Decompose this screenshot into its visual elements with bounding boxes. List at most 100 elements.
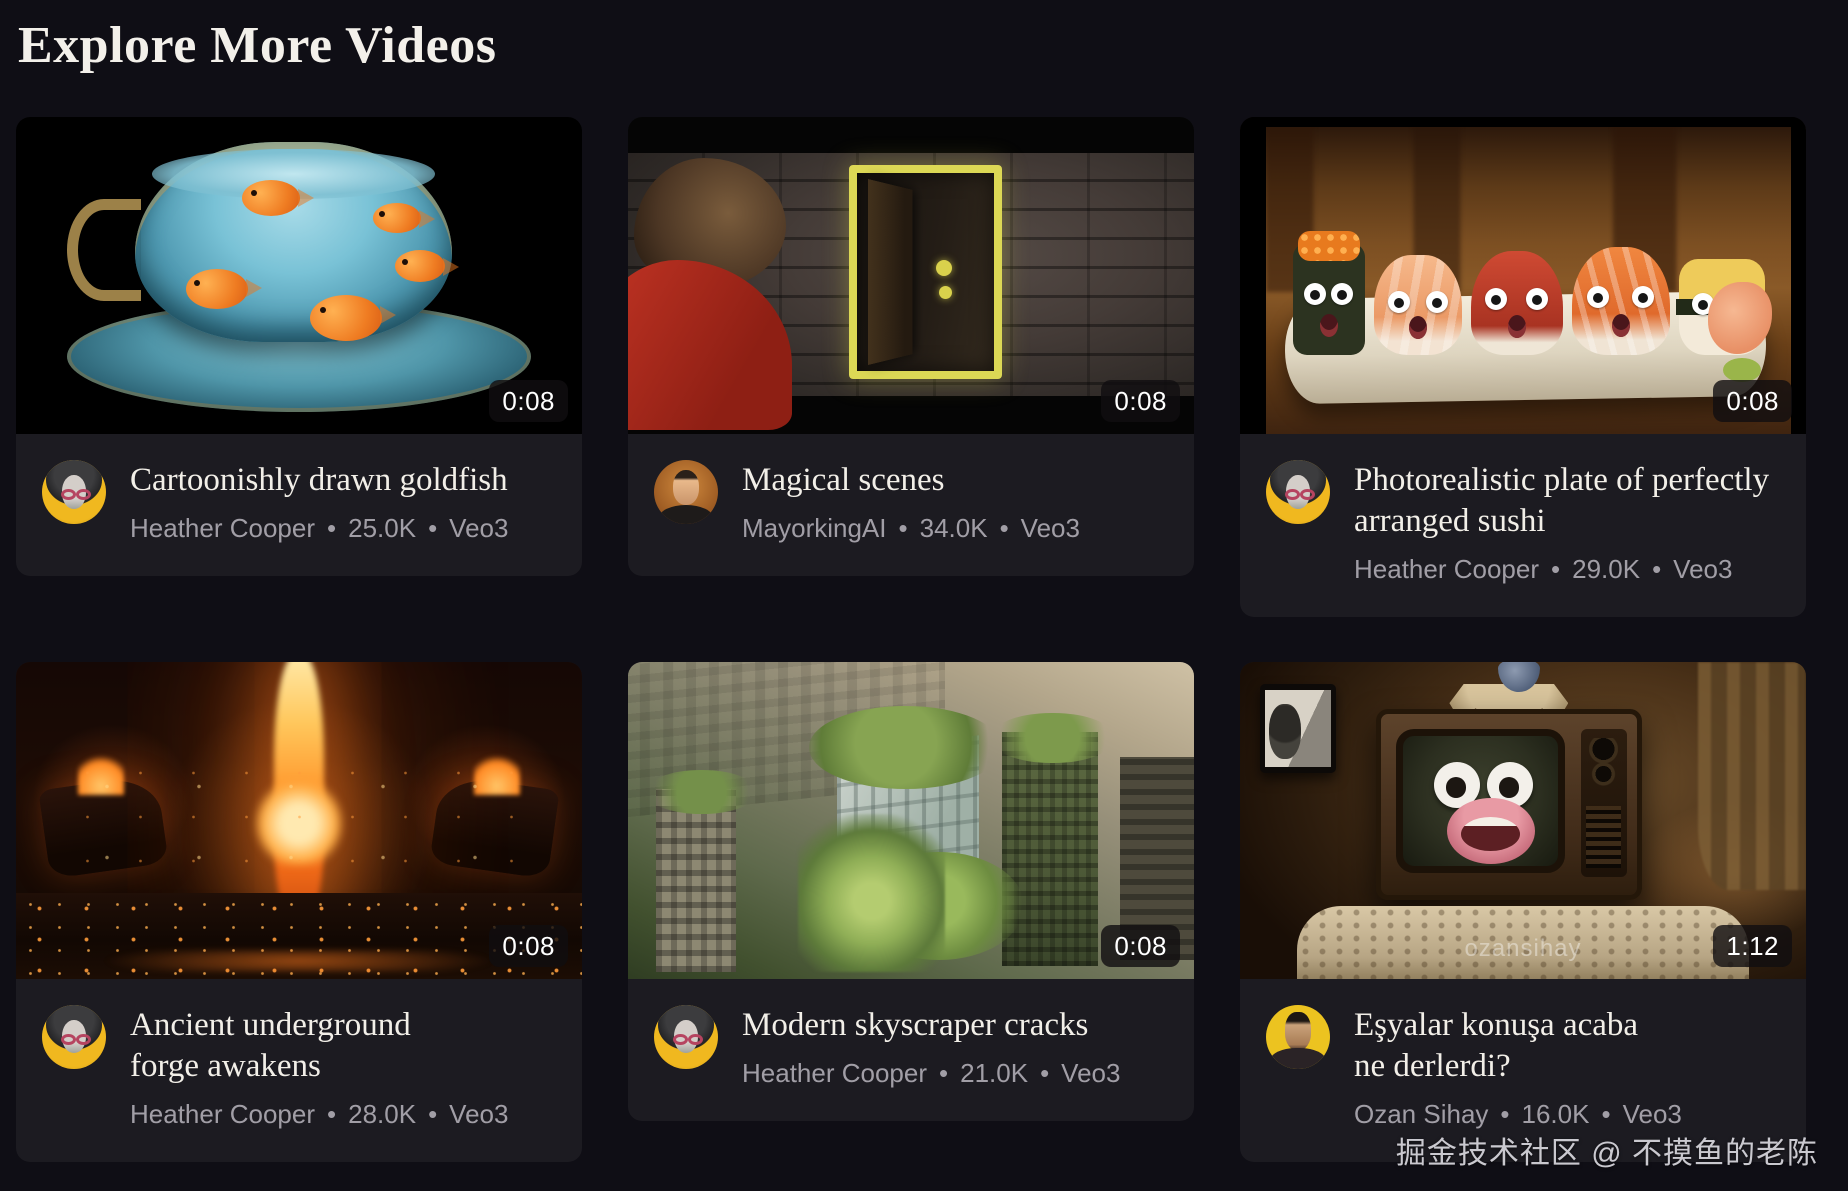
lava-glow-illustration xyxy=(95,950,503,973)
cartoon-eye xyxy=(1485,288,1508,311)
bullet-separator: • xyxy=(1500,1098,1510,1129)
mouth-illustration xyxy=(1446,798,1535,865)
cartoon-mouth xyxy=(1611,314,1630,338)
video-meta: MayorkingAI • 34.0K • Veo3 xyxy=(742,513,1080,544)
rooftop-vegetation-illustration xyxy=(644,769,759,814)
video-title[interactable]: Eşyalar konuşa acaba ne derlerdi? xyxy=(1354,1005,1639,1087)
view-count: 25.0K xyxy=(348,512,417,543)
bullet-separator: • xyxy=(327,1098,337,1129)
duration-badge: 0:08 xyxy=(1101,924,1180,967)
video-meta: Heather Cooper • 21.0K • Veo3 xyxy=(742,1058,1120,1089)
author-name[interactable]: Ozan Sihay xyxy=(1354,1099,1488,1130)
nori-roll-illustration xyxy=(1292,230,1365,355)
author-name[interactable]: MayorkingAI xyxy=(742,513,887,544)
model-label: Veo3 xyxy=(1673,553,1733,584)
video-card[interactable]: 0:08 Ancient underground forge awakens H… xyxy=(16,661,582,1162)
author-name[interactable]: Heather Cooper xyxy=(1354,554,1539,585)
bullet-separator: • xyxy=(327,512,337,543)
video-grid: 0:08 Cartoonishly drawn goldfish Heather… xyxy=(16,117,1832,1162)
duration-badge: 0:08 xyxy=(489,380,568,422)
bullet-separator: • xyxy=(1040,1057,1050,1088)
glasses-icon xyxy=(1285,489,1301,501)
video-title[interactable]: Cartoonishly drawn goldfish xyxy=(130,460,508,501)
video-card[interactable]: 0:08 Photorealistic plate of perfectly a… xyxy=(1240,117,1806,617)
glasses-icon xyxy=(61,489,77,501)
glasses-icon xyxy=(75,1034,91,1046)
site-watermark: 掘金技术社区 @ 不摸鱼的老陈 xyxy=(1395,1137,1818,1170)
avatar[interactable] xyxy=(654,460,718,524)
video-thumbnail-city[interactable]: 0:08 xyxy=(628,661,1194,979)
model-label: Veo3 xyxy=(1622,1098,1682,1129)
video-card[interactable]: ozansihay 1:12 Eşyalar konuşa acaba ne d… xyxy=(1240,661,1806,1162)
card-body: Photorealistic plate of perfectly arrang… xyxy=(1240,434,1806,617)
video-title[interactable]: Photorealistic plate of perfectly arrang… xyxy=(1354,460,1780,542)
video-card[interactable]: 0:08 Modern skyscraper cracks Heather Co… xyxy=(628,661,1194,1121)
model-label: Veo3 xyxy=(449,512,509,543)
model-label: Veo3 xyxy=(1020,512,1080,543)
cartoon-eye xyxy=(1425,290,1448,313)
duration-badge: 1:12 xyxy=(1713,924,1792,967)
video-title[interactable]: Ancient underground forge awakens xyxy=(130,1005,480,1087)
view-count: 28.0K xyxy=(348,1098,417,1129)
curtain-illustration xyxy=(1698,661,1806,891)
door-knob-illustration xyxy=(938,285,952,299)
view-count: 29.0K xyxy=(1572,553,1641,584)
wall-tv-illustration xyxy=(1259,684,1337,773)
salmon-nigiri-illustration xyxy=(1571,246,1670,355)
author-name[interactable]: Heather Cooper xyxy=(742,1058,927,1089)
cartoon-mouth xyxy=(1319,313,1338,337)
author-name[interactable]: Heather Cooper xyxy=(130,513,315,544)
card-text: Photorealistic plate of perfectly arrang… xyxy=(1354,460,1780,585)
card-body: Ancient underground forge awakens Heathe… xyxy=(16,979,582,1162)
avatar[interactable] xyxy=(42,1004,106,1069)
avatar[interactable] xyxy=(654,1004,718,1069)
rooftop-vegetation-illustration xyxy=(809,706,1002,789)
pillarbox-bar xyxy=(1240,117,1266,434)
card-body: Cartoonishly drawn goldfish Heather Coop… xyxy=(16,434,582,576)
cartoon-eye xyxy=(1631,285,1654,308)
letterbox-bar xyxy=(1240,117,1806,127)
cartoon-eye xyxy=(1331,283,1354,306)
card-body: Modern skyscraper cracks Heather Cooper … xyxy=(628,979,1194,1121)
video-thumbnail-goldfish[interactable]: 0:08 xyxy=(16,117,582,434)
wasabi-illustration xyxy=(1722,357,1761,382)
bullet-separator: • xyxy=(1601,1098,1611,1129)
view-count: 16.0K xyxy=(1521,1098,1590,1129)
brick-wall-illustration xyxy=(628,153,1194,430)
video-title[interactable]: Modern skyscraper cracks xyxy=(742,1005,1120,1046)
skyscraper-illustration xyxy=(656,788,736,973)
author-name[interactable]: Heather Cooper xyxy=(130,1099,315,1130)
bullet-separator: • xyxy=(1652,553,1662,584)
bullet-separator: • xyxy=(428,1098,438,1129)
video-thumbnail-forge[interactable]: 0:08 xyxy=(16,661,582,979)
duration-badge: 0:08 xyxy=(1101,380,1180,422)
card-text: Modern skyscraper cracks Heather Cooper … xyxy=(742,1005,1120,1089)
goldfish-illustration xyxy=(310,294,397,341)
boy-red-shirt-illustration xyxy=(628,259,793,430)
card-text: Eşyalar konuşa acaba ne derlerdi? Ozan S… xyxy=(1354,1005,1682,1130)
page-title: Explore More Videos xyxy=(18,17,497,74)
video-card[interactable]: 0:08 Cartoonishly drawn goldfish Heather… xyxy=(16,117,582,576)
bullet-separator: • xyxy=(939,1057,949,1088)
video-thumbnail-sushi[interactable]: 0:08 xyxy=(1240,117,1806,434)
glasses-icon xyxy=(1299,489,1315,501)
video-meta: Heather Cooper • 25.0K • Veo3 xyxy=(130,513,508,544)
avatar[interactable] xyxy=(1266,460,1330,524)
sparks-illustration xyxy=(61,750,537,916)
video-thumbnail-tv[interactable]: ozansihay 1:12 xyxy=(1240,661,1806,979)
avatar[interactable] xyxy=(1266,1004,1330,1069)
vine-covered-skyscraper-illustration xyxy=(1001,731,1098,967)
video-card[interactable]: 0:08 Magical scenes MayorkingAI • 34.0K … xyxy=(628,117,1194,576)
video-thumbnail-magical[interactable]: 0:08 xyxy=(628,117,1194,434)
teacup-handle-illustration xyxy=(66,199,141,301)
video-meta: Heather Cooper • 28.0K • Veo3 xyxy=(130,1099,508,1130)
video-title[interactable]: Magical scenes xyxy=(742,460,1080,501)
foreground-plant-illustration xyxy=(797,813,945,973)
cartoon-mouth xyxy=(1408,315,1427,339)
video-meta: Ozan Sihay • 16.0K • Veo3 xyxy=(1354,1099,1682,1130)
glasses-icon xyxy=(75,489,91,501)
explore-videos-page: { "page": { "title": "Explore More Video… xyxy=(0,16,1848,1191)
card-body: Magical scenes MayorkingAI • 34.0K • Veo… xyxy=(628,434,1194,576)
avatar[interactable] xyxy=(42,460,106,524)
bullet-separator: • xyxy=(898,512,908,543)
